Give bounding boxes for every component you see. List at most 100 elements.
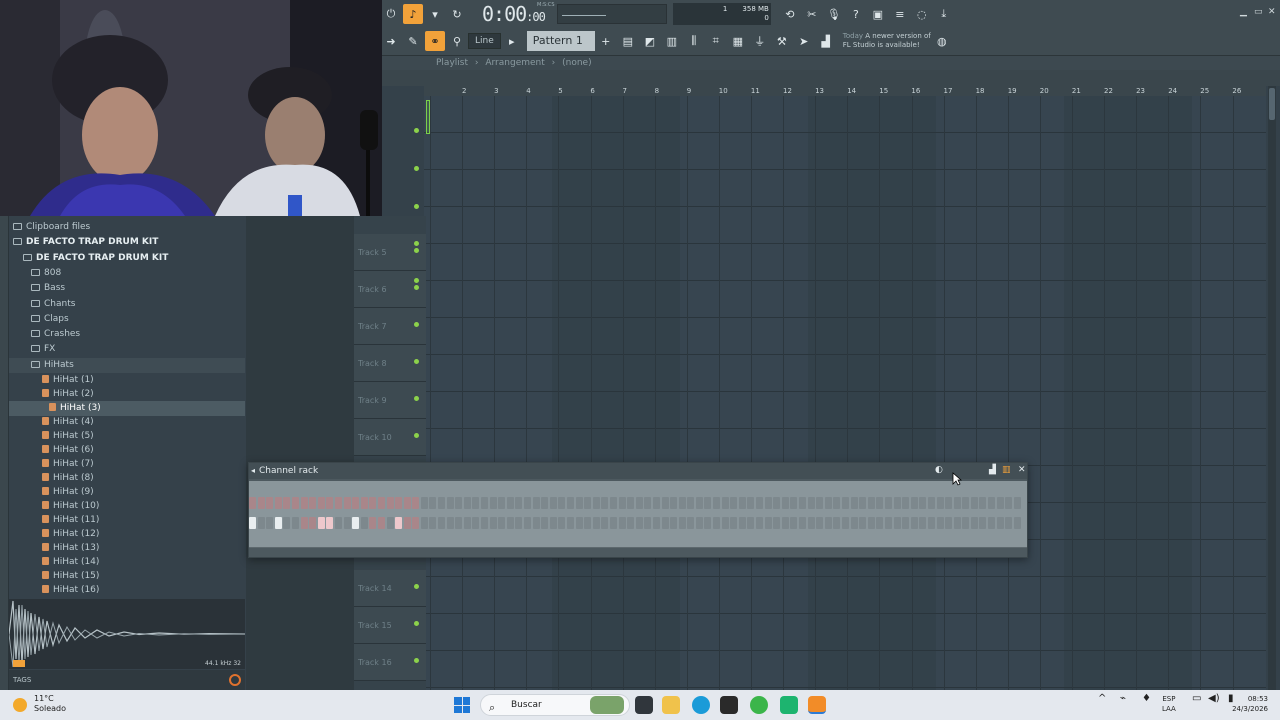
close-icon[interactable]: ✕ [1268, 7, 1276, 17]
paint-icon[interactable]: ✎ [403, 31, 423, 51]
step-button[interactable] [902, 517, 910, 529]
browser-folder-item[interactable]: DE FACTO TRAP DRUM KIT [9, 251, 245, 266]
step-button[interactable] [730, 517, 738, 529]
step-button[interactable] [953, 517, 961, 529]
step-button[interactable] [876, 517, 884, 529]
step-button[interactable] [403, 497, 411, 509]
step-button[interactable] [291, 517, 299, 529]
step-button[interactable] [764, 517, 772, 529]
step-button[interactable] [283, 497, 291, 509]
step-button[interactable] [652, 517, 660, 529]
step-button[interactable] [395, 497, 403, 509]
step-button[interactable] [309, 517, 317, 529]
step-button[interactable] [472, 517, 480, 529]
step-button[interactable] [463, 517, 471, 529]
step-button[interactable] [558, 497, 566, 509]
display-icon[interactable]: ▭ [1192, 694, 1201, 704]
sample-waveform-preview[interactable]: 44.1 kHz 32 [9, 599, 245, 669]
step-button[interactable] [687, 497, 695, 509]
step-button[interactable] [1013, 517, 1021, 529]
plugin-icon[interactable]: ⌗ [706, 31, 726, 51]
step-button[interactable] [309, 497, 317, 509]
step-button[interactable] [747, 497, 755, 509]
step-button[interactable] [721, 497, 729, 509]
step-button[interactable] [988, 517, 996, 529]
browser-file-item[interactable]: HiHat (15) [9, 569, 245, 584]
step-button[interactable] [343, 517, 351, 529]
send-icon[interactable]: ➤ [794, 31, 814, 51]
step-button[interactable] [283, 517, 291, 529]
step-button[interactable] [291, 497, 299, 509]
file-explorer-icon[interactable] [662, 696, 680, 714]
step-button[interactable] [730, 497, 738, 509]
step-button[interactable] [738, 497, 746, 509]
step-button[interactable] [936, 497, 944, 509]
step-button[interactable] [713, 517, 721, 529]
track-mute-dot[interactable] [414, 359, 419, 364]
step-button[interactable] [945, 497, 953, 509]
step-button[interactable] [773, 517, 781, 529]
step-button[interactable] [893, 517, 901, 529]
step-button[interactable] [257, 497, 265, 509]
step-button[interactable] [541, 497, 549, 509]
step-button[interactable] [618, 517, 626, 529]
step-button[interactable] [652, 497, 660, 509]
step-button[interactable] [360, 497, 368, 509]
step-button[interactable] [584, 497, 592, 509]
step-button[interactable] [515, 517, 523, 529]
step-button[interactable] [876, 497, 884, 509]
step-button[interactable] [524, 497, 531, 509]
step-button[interactable] [807, 497, 815, 509]
step-button[interactable] [635, 497, 643, 509]
step-button[interactable] [455, 517, 463, 529]
pattern-prev-icon[interactable]: ▸ [502, 31, 522, 51]
channel-rack-arrow-icon[interactable]: ◂ [251, 463, 255, 479]
step-button[interactable] [317, 517, 325, 529]
step-button[interactable] [403, 517, 411, 529]
step-button[interactable] [773, 497, 781, 509]
edge-icon[interactable] [692, 696, 710, 714]
channel-rack-icon[interactable]: ▥ [662, 31, 682, 51]
step-button[interactable] [369, 517, 377, 529]
plug-icon[interactable]: ⏚ [750, 31, 770, 51]
step-button[interactable] [575, 517, 583, 529]
track-header[interactable]: Track 5 [354, 234, 426, 271]
step-button[interactable] [266, 497, 274, 509]
step-button[interactable] [412, 517, 420, 529]
playlist-icon[interactable]: ▤ [618, 31, 638, 51]
step-button[interactable] [996, 497, 1004, 509]
help-icon[interactable]: ? [846, 4, 866, 24]
track-mute-dot[interactable] [414, 285, 419, 290]
step-button[interactable] [910, 497, 918, 509]
track-header[interactable]: Track 7 [354, 308, 426, 345]
step-button[interactable] [678, 497, 686, 509]
pattern-selector[interactable]: Pattern 1 [526, 31, 595, 51]
track-header[interactable]: Track 16 [354, 644, 426, 681]
step-button[interactable] [670, 517, 678, 529]
track-mute-dot[interactable] [414, 248, 419, 253]
browser-file-item[interactable]: HiHat (1) [9, 373, 245, 388]
browser-folder-item[interactable]: Claps [9, 312, 245, 327]
step-button[interactable] [841, 517, 849, 529]
step-button[interactable] [343, 497, 351, 509]
whatsapp-icon[interactable] [750, 696, 768, 714]
step-button[interactable] [799, 497, 806, 509]
step-button[interactable] [300, 517, 308, 529]
step-button[interactable] [386, 517, 394, 529]
browser-file-item[interactable]: HiHat (8) [9, 471, 245, 486]
track-mute-dot[interactable] [414, 433, 419, 438]
step-button[interactable] [1013, 497, 1021, 509]
arrow-icon[interactable]: ➜ [381, 31, 401, 51]
step-button[interactable] [979, 497, 987, 509]
step-button[interactable] [334, 517, 342, 529]
step-button[interactable] [369, 497, 377, 509]
step-button[interactable] [515, 497, 523, 509]
step-button[interactable] [549, 497, 557, 509]
step-button[interactable] [661, 497, 669, 509]
track-mute-dot[interactable] [414, 241, 419, 246]
track-mute-dot[interactable] [414, 584, 419, 589]
browser-search-icon[interactable] [229, 674, 241, 686]
step-button[interactable] [747, 517, 755, 529]
step-button[interactable] [249, 497, 256, 509]
track-header[interactable]: Track 10 [354, 419, 426, 456]
